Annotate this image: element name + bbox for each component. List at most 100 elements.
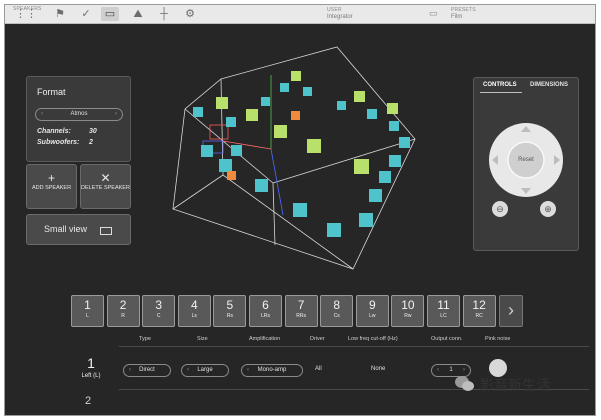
reset-label[interactable]: Reset xyxy=(510,157,542,163)
speaker-cube[interactable] xyxy=(387,103,398,114)
channels-row: Channels: 30 xyxy=(37,128,97,135)
speaker-cube[interactable] xyxy=(354,91,365,102)
chevron-left-icon[interactable]: ‹ xyxy=(129,365,131,376)
speaker-cube[interactable] xyxy=(291,111,300,120)
speaker-tile-code: RRs xyxy=(296,313,306,319)
speaker-cube[interactable] xyxy=(399,137,410,148)
watermark-text: 影音新生活 xyxy=(480,377,550,393)
col-driver: Driver xyxy=(310,336,325,342)
speaker-cube[interactable] xyxy=(255,179,268,192)
speaker-tile-code: Lw xyxy=(369,313,376,319)
mountain-icon[interactable]: ⛰ xyxy=(129,7,147,21)
driver-value: All xyxy=(315,366,322,372)
col-amplification: Amplification xyxy=(249,336,281,342)
subwoofers-row: Subwoofers: 2 xyxy=(37,139,93,146)
speaker-tile[interactable]: 10 Rw xyxy=(391,295,425,327)
speaker-tile-number: 10 xyxy=(401,298,415,312)
speaker-tile-number: 1 xyxy=(84,298,91,312)
speaker-tile-number: 6 xyxy=(262,298,269,312)
speaker-cube[interactable] xyxy=(291,71,301,81)
cutoff-value: None xyxy=(371,366,386,372)
speaker-cube[interactable] xyxy=(227,171,236,180)
speaker-cube[interactable] xyxy=(274,125,287,138)
room-edge xyxy=(172,174,224,210)
speaker-cube[interactable] xyxy=(367,109,377,119)
presets-value[interactable]: Film xyxy=(451,14,462,20)
room-edge xyxy=(222,174,354,270)
speaker-3d-view[interactable] xyxy=(163,45,423,275)
chevron-right-icon[interactable]: › xyxy=(499,295,523,327)
speaker-cube[interactable] xyxy=(354,159,369,174)
speaker-tile[interactable]: 12 RC xyxy=(462,295,496,327)
chevron-left-icon[interactable]: ‹ xyxy=(41,109,43,120)
speaker-cube[interactable] xyxy=(307,139,321,153)
speaker-cube[interactable] xyxy=(327,223,341,237)
top-toolbar: SPEAKERS ⋮⋮ ⚑ ✓ ▭ ⛰ ┼ ⚙ USER Integrator … xyxy=(5,5,595,24)
tab-underline xyxy=(480,92,522,93)
speaker-cube[interactable] xyxy=(226,117,236,127)
speaker-cube[interactable] xyxy=(193,107,203,117)
speaker-cube[interactable] xyxy=(337,101,346,110)
speaker-cube[interactable] xyxy=(379,171,391,183)
chevron-left-icon[interactable]: ‹ xyxy=(187,365,189,376)
speaker-tile[interactable]: 1L xyxy=(71,295,104,327)
subwoofers-value: 2 xyxy=(89,139,93,146)
flag-icon[interactable]: ⚑ xyxy=(51,7,69,21)
speaker-tile[interactable]: 11 LC xyxy=(427,295,460,327)
speaker-cube[interactable] xyxy=(359,213,373,227)
monitor-icon[interactable]: ▭ xyxy=(101,7,119,21)
controls-tabs: CONTROLS DIMENSIONS xyxy=(474,78,578,94)
speaker-tile[interactable]: 5 Rs xyxy=(213,295,247,327)
add-speaker-button[interactable]: + ADD SPEAKER xyxy=(26,164,77,209)
speaker-cube[interactable] xyxy=(369,189,382,202)
presets-icon[interactable]: ▭ xyxy=(429,8,443,19)
crosshair-icon[interactable]: ┼ xyxy=(155,7,173,21)
speaker-cube[interactable] xyxy=(201,145,213,157)
speaker-cube[interactable] xyxy=(216,97,228,109)
speaker-tile-number: 8 xyxy=(333,298,341,312)
zoom-out-icon[interactable]: ⊖ xyxy=(492,201,508,217)
size-selector[interactable]: ‹ Large xyxy=(181,364,229,377)
settings-icon[interactable]: ⚙ xyxy=(181,7,199,21)
check-icon[interactable]: ✓ xyxy=(77,7,95,21)
speaker-tile[interactable]: 8 Cs xyxy=(320,295,354,327)
speaker-cube[interactable] xyxy=(219,159,232,172)
amplification-selector[interactable]: ‹ Mono-amp xyxy=(241,364,303,377)
speaker-tile[interactable]: 7 RRs xyxy=(284,295,318,327)
format-selector[interactable]: ‹ Atmos › xyxy=(35,108,123,121)
speaker-tile-code: Rs xyxy=(226,313,233,319)
wechat-icon xyxy=(455,376,474,391)
zoom-in-icon[interactable]: ⊕ xyxy=(540,201,556,217)
speaker-cube[interactable] xyxy=(280,83,289,92)
speaker-tile[interactable]: 9 Lw xyxy=(355,295,389,327)
tab-controls[interactable]: CONTROLS xyxy=(483,82,517,88)
speaker-cube[interactable] xyxy=(246,109,258,121)
output-value: 1 xyxy=(449,367,453,373)
speaker-tile[interactable]: 3C xyxy=(142,295,176,327)
tab-dimensions[interactable]: DIMENSIONS xyxy=(530,82,568,88)
speaker-tile[interactable]: 4 Ls xyxy=(177,295,211,327)
delete-icon: ✕ xyxy=(100,171,111,185)
type-selector[interactable]: ‹ Direct xyxy=(123,364,171,377)
presets-label: PRESETS xyxy=(451,7,476,13)
delete-speaker-button[interactable]: ✕ DELETE SPEAKER xyxy=(80,164,131,209)
speaker-tile[interactable]: 6 LRs xyxy=(249,295,282,327)
speaker-cube[interactable] xyxy=(303,87,312,96)
small-view-button[interactable]: Small view xyxy=(26,214,131,245)
speaker-cube[interactable] xyxy=(293,203,307,217)
speaker-cube[interactable] xyxy=(231,145,242,156)
chevron-left-icon[interactable]: ‹ xyxy=(437,365,439,376)
row-number: 1 xyxy=(87,355,95,371)
channels-value: 30 xyxy=(89,128,97,135)
chevron-left-icon[interactable]: ‹ xyxy=(247,365,249,376)
chevron-right-icon[interactable]: › xyxy=(115,109,117,120)
speaker-tile-number: 11 xyxy=(437,298,450,312)
speaker-cube[interactable] xyxy=(389,121,399,131)
keypad-icon[interactable]: ⋮⋮ xyxy=(15,7,37,21)
speaker-tile-code: Ls xyxy=(191,313,197,319)
user-value[interactable]: Integrator xyxy=(327,14,353,20)
speaker-cube[interactable] xyxy=(389,155,401,167)
delete-speaker-label: DELETE SPEAKER xyxy=(81,185,130,191)
speaker-tile[interactable]: 2R xyxy=(106,295,140,327)
speaker-cube[interactable] xyxy=(261,97,270,106)
